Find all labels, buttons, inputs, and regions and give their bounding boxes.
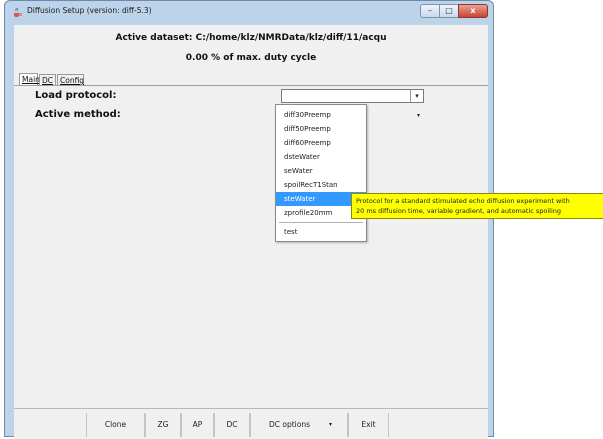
tooltip-line-2: 20 ms diffusion time, variable gradient,… (356, 207, 562, 215)
chevron-down-icon[interactable]: ▾ (410, 90, 423, 102)
load-protocol-combobox[interactable]: ▾ (281, 89, 424, 103)
chevron-down-icon: ▾ (329, 421, 333, 428)
active-dataset-text: Active dataset: C:/home/klz/NMRData/klz/… (115, 33, 387, 43)
bottom-button-bar: Clone ZG AP DC DC options ▾ Exit (14, 408, 488, 439)
dropdown-item-diff50preemp[interactable]: diff50Preemp (276, 122, 366, 136)
dropdown-item-diff60preemp[interactable]: diff60Preemp (276, 136, 366, 150)
tooltip-line-1: Protocol for a standard stimulated echo … (356, 197, 570, 205)
clone-button[interactable]: Clone (86, 413, 145, 437)
close-button[interactable]: x (458, 4, 488, 18)
active-method-label: Active method: (35, 109, 121, 120)
ap-button[interactable]: AP (181, 413, 214, 437)
title-bar[interactable]: Diffusion Setup (version: diff-5.3) – □ … (5, 1, 493, 23)
dropdown-item-dstewater[interactable]: dsteWater (276, 150, 366, 164)
dc-options-label: DC options (269, 420, 311, 429)
protocol-dropdown-list[interactable]: diff30Preemp diff50Preemp diff60Preemp d… (275, 104, 367, 242)
protocol-tooltip: Protocol for a standard stimulated echo … (351, 193, 603, 219)
window-title: Diffusion Setup (version: diff-5.3) (27, 6, 152, 15)
load-protocol-label: Load protocol: (35, 90, 117, 101)
dc-options-button[interactable]: DC options ▾ (250, 413, 348, 437)
dropdown-separator (279, 222, 363, 223)
dropdown-item-spoilrect1stan[interactable]: spoilRecT1Stan (276, 178, 366, 192)
maximize-button[interactable]: □ (439, 4, 459, 18)
dropdown-item-test[interactable]: test (276, 225, 366, 239)
java-cup-icon (14, 7, 22, 17)
window-content: Active dataset: C:/home/klz/NMRData/klz/… (14, 25, 488, 439)
zg-button[interactable]: ZG (145, 413, 181, 437)
active-method-dropdown-icon[interactable]: ▾ (417, 112, 420, 119)
minimize-button[interactable]: – (420, 4, 440, 18)
duty-cycle-text: 0.00 % of max. duty cycle (185, 53, 317, 63)
main-tab-panel: Load protocol: Active method: ▾ ▾ (14, 85, 488, 408)
dropdown-item-diff30preemp[interactable]: diff30Preemp (276, 108, 366, 122)
exit-button[interactable]: Exit (348, 413, 389, 437)
dropdown-item-sewater[interactable]: seWater (276, 164, 366, 178)
dc-button[interactable]: DC (214, 413, 250, 437)
